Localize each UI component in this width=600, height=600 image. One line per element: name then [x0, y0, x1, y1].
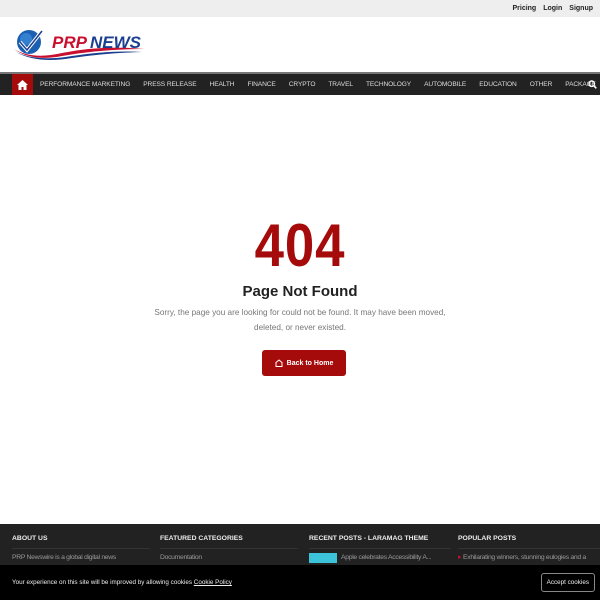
- back-to-home-label: Back to Home: [286, 359, 334, 367]
- svg-text:NEWS: NEWS: [90, 33, 142, 52]
- footer-featured-categories: FEATURED CATEGORIES Documentation: [160, 524, 298, 562]
- home-button[interactable]: [12, 74, 33, 95]
- home-icon: [17, 79, 28, 90]
- nav-other[interactable]: OTHER: [530, 81, 553, 88]
- signup-link[interactable]: Signup: [569, 5, 593, 12]
- pricing-link[interactable]: Pricing: [512, 5, 536, 12]
- footer-heading: FEATURED CATEGORIES: [160, 535, 298, 549]
- accept-cookies-button[interactable]: Accept cookies: [540, 573, 595, 592]
- nav-automobile[interactable]: AUTOMOBILE: [424, 81, 466, 88]
- home-outline-icon: [275, 359, 283, 367]
- recent-post-title[interactable]: Apple celebrates Accessibility A...: [341, 554, 432, 561]
- nav-education[interactable]: EDUCATION: [479, 81, 517, 88]
- main-nav: PERFORMANCE MARKETING PRESS RELEASE HEAL…: [0, 72, 600, 95]
- popular-post: ▸ Exhilarating winners, stunning eulogies…: [458, 553, 600, 562]
- back-to-home-button[interactable]: Back to Home: [262, 350, 346, 376]
- recent-post: Apple celebrates Accessibility A...: [309, 553, 451, 563]
- top-bar: Pricing Login Signup: [0, 0, 600, 17]
- nav-press-release[interactable]: PRESS RELEASE: [143, 81, 196, 88]
- svg-text:PRP: PRP: [52, 33, 88, 52]
- footer-recent-posts: RECENT POSTS - LARAMAG THEME Apple celeb…: [309, 524, 451, 563]
- footer-heading: ABOUT US: [12, 535, 150, 549]
- post-thumbnail[interactable]: [309, 553, 337, 563]
- nav-performance-marketing[interactable]: PERFORMANCE MARKETING: [40, 81, 130, 88]
- error-message: Sorry, the page you are looking for coul…: [154, 308, 446, 332]
- nav-health[interactable]: HEALTH: [210, 81, 235, 88]
- nav-finance[interactable]: FINANCE: [247, 81, 275, 88]
- footer-link[interactable]: Documentation: [160, 553, 298, 562]
- cookie-banner: Your experience on this site will be imp…: [0, 565, 600, 600]
- footer-heading: RECENT POSTS - LARAMAG THEME: [309, 535, 451, 549]
- cookie-message: Your experience on this site will be imp…: [12, 579, 232, 586]
- footer-heading: POPULAR POSTS: [458, 535, 600, 549]
- cookie-text: Your experience on this site will be imp…: [12, 579, 193, 586]
- popular-post-title[interactable]: Exhilarating winners, stunning eulogies …: [463, 554, 586, 561]
- error-code: 404: [254, 212, 346, 279]
- footer-about: ABOUT US PRP Newswire is a global digita…: [12, 524, 150, 562]
- nav-travel[interactable]: TRAVEL: [328, 81, 353, 88]
- cookie-policy-link[interactable]: Cookie Policy: [194, 579, 232, 586]
- prp-news-logo[interactable]: PRP NEWS: [12, 27, 147, 61]
- login-link[interactable]: Login: [543, 5, 562, 12]
- nav-crypto[interactable]: CRYPTO: [289, 81, 316, 88]
- search-icon[interactable]: [588, 80, 597, 89]
- header: PRP NEWS: [0, 17, 600, 72]
- error-title: Page Not Found: [242, 283, 358, 300]
- footer-popular-posts: POPULAR POSTS ▸ Exhilarating winners, stu…: [458, 524, 600, 562]
- footer-text: PRP Newswire is a global digital news: [12, 554, 116, 561]
- nav-technology[interactable]: TECHNOLOGY: [366, 81, 411, 88]
